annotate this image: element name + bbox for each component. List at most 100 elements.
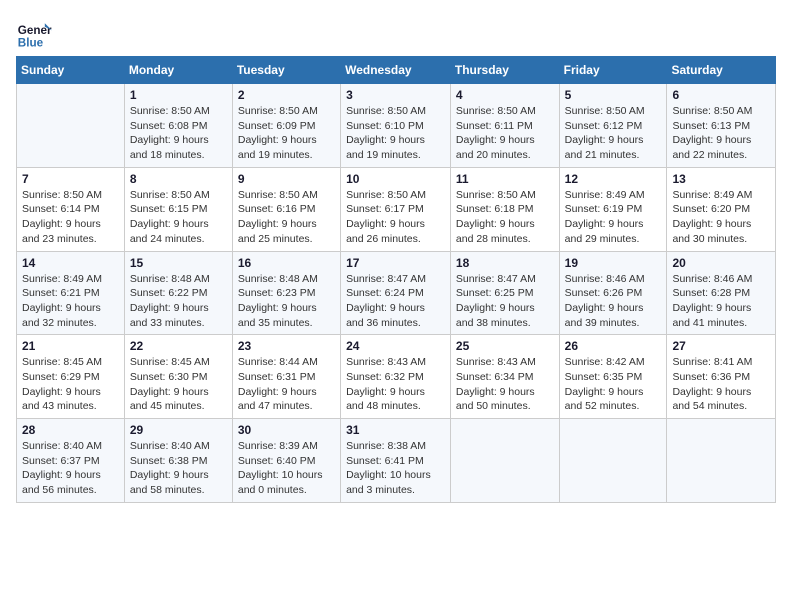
sunset-text: Sunset: 6:24 PM bbox=[346, 287, 424, 299]
day-number: 1 bbox=[130, 88, 227, 102]
daylight-text: Daylight: 9 hours and 45 minutes. bbox=[130, 386, 209, 413]
sunrise-text: Sunrise: 8:50 AM bbox=[130, 189, 210, 201]
sunrise-text: Sunrise: 8:47 AM bbox=[456, 273, 536, 285]
day-number: 22 bbox=[130, 339, 227, 353]
day-number: 20 bbox=[672, 256, 770, 270]
day-number: 13 bbox=[672, 172, 770, 186]
calendar-cell-1-4: 11 Sunrise: 8:50 AM Sunset: 6:18 PM Dayl… bbox=[450, 167, 559, 251]
day-number: 30 bbox=[238, 423, 335, 437]
calendar-cell-1-1: 8 Sunrise: 8:50 AM Sunset: 6:15 PM Dayli… bbox=[124, 167, 232, 251]
day-number: 27 bbox=[672, 339, 770, 353]
day-number: 23 bbox=[238, 339, 335, 353]
sunrise-text: Sunrise: 8:50 AM bbox=[565, 105, 645, 117]
calendar-cell-3-4: 25 Sunrise: 8:43 AM Sunset: 6:34 PM Dayl… bbox=[450, 335, 559, 419]
sunset-text: Sunset: 6:35 PM bbox=[565, 371, 643, 383]
header-monday: Monday bbox=[124, 57, 232, 84]
daylight-text: Daylight: 9 hours and 48 minutes. bbox=[346, 386, 425, 413]
sunrise-text: Sunrise: 8:48 AM bbox=[238, 273, 318, 285]
sunset-text: Sunset: 6:38 PM bbox=[130, 455, 208, 467]
day-number: 26 bbox=[565, 339, 662, 353]
calendar-cell-4-1: 29 Sunrise: 8:40 AM Sunset: 6:38 PM Dayl… bbox=[124, 419, 232, 503]
day-number: 3 bbox=[346, 88, 445, 102]
calendar-cell-0-2: 2 Sunrise: 8:50 AM Sunset: 6:09 PM Dayli… bbox=[232, 84, 340, 168]
sunset-text: Sunset: 6:29 PM bbox=[22, 371, 100, 383]
sunrise-text: Sunrise: 8:50 AM bbox=[238, 189, 318, 201]
sunrise-text: Sunrise: 8:46 AM bbox=[565, 273, 645, 285]
sunset-text: Sunset: 6:26 PM bbox=[565, 287, 643, 299]
calendar-cell-1-5: 12 Sunrise: 8:49 AM Sunset: 6:19 PM Dayl… bbox=[559, 167, 667, 251]
daylight-text: Daylight: 9 hours and 19 minutes. bbox=[346, 134, 425, 161]
calendar-cell-0-4: 4 Sunrise: 8:50 AM Sunset: 6:11 PM Dayli… bbox=[450, 84, 559, 168]
daylight-text: Daylight: 9 hours and 18 minutes. bbox=[130, 134, 209, 161]
day-number: 5 bbox=[565, 88, 662, 102]
daylight-text: Daylight: 9 hours and 36 minutes. bbox=[346, 302, 425, 329]
sunset-text: Sunset: 6:25 PM bbox=[456, 287, 534, 299]
daylight-text: Daylight: 9 hours and 21 minutes. bbox=[565, 134, 644, 161]
daylight-text: Daylight: 9 hours and 24 minutes. bbox=[130, 218, 209, 245]
sunset-text: Sunset: 6:21 PM bbox=[22, 287, 100, 299]
daylight-text: Daylight: 9 hours and 50 minutes. bbox=[456, 386, 535, 413]
sunrise-text: Sunrise: 8:50 AM bbox=[22, 189, 102, 201]
sunset-text: Sunset: 6:12 PM bbox=[565, 120, 643, 132]
sunset-text: Sunset: 6:31 PM bbox=[238, 371, 316, 383]
day-number: 6 bbox=[672, 88, 770, 102]
sunset-text: Sunset: 6:09 PM bbox=[238, 120, 316, 132]
sunset-text: Sunset: 6:28 PM bbox=[672, 287, 750, 299]
calendar-cell-3-1: 22 Sunrise: 8:45 AM Sunset: 6:30 PM Dayl… bbox=[124, 335, 232, 419]
sunrise-text: Sunrise: 8:49 AM bbox=[22, 273, 102, 285]
day-number: 25 bbox=[456, 339, 554, 353]
calendar-cell-3-5: 26 Sunrise: 8:42 AM Sunset: 6:35 PM Dayl… bbox=[559, 335, 667, 419]
sunrise-text: Sunrise: 8:43 AM bbox=[346, 356, 426, 368]
calendar-cell-1-3: 10 Sunrise: 8:50 AM Sunset: 6:17 PM Dayl… bbox=[341, 167, 451, 251]
sunrise-text: Sunrise: 8:50 AM bbox=[672, 105, 752, 117]
calendar-table: Sunday Monday Tuesday Wednesday Thursday… bbox=[16, 56, 776, 503]
sunset-text: Sunset: 6:18 PM bbox=[456, 203, 534, 215]
calendar-cell-4-0: 28 Sunrise: 8:40 AM Sunset: 6:37 PM Dayl… bbox=[17, 419, 125, 503]
sunset-text: Sunset: 6:36 PM bbox=[672, 371, 750, 383]
daylight-text: Daylight: 9 hours and 20 minutes. bbox=[456, 134, 535, 161]
sunset-text: Sunset: 6:08 PM bbox=[130, 120, 208, 132]
sunset-text: Sunset: 6:17 PM bbox=[346, 203, 424, 215]
day-number: 11 bbox=[456, 172, 554, 186]
calendar-cell-4-5 bbox=[559, 419, 667, 503]
daylight-text: Daylight: 9 hours and 58 minutes. bbox=[130, 469, 209, 496]
sunrise-text: Sunrise: 8:50 AM bbox=[130, 105, 210, 117]
day-number: 10 bbox=[346, 172, 445, 186]
daylight-text: Daylight: 9 hours and 41 minutes. bbox=[672, 302, 751, 329]
header-wednesday: Wednesday bbox=[341, 57, 451, 84]
sunset-text: Sunset: 6:23 PM bbox=[238, 287, 316, 299]
week-row-3: 21 Sunrise: 8:45 AM Sunset: 6:29 PM Dayl… bbox=[17, 335, 776, 419]
calendar-cell-2-1: 15 Sunrise: 8:48 AM Sunset: 6:22 PM Dayl… bbox=[124, 251, 232, 335]
sunrise-text: Sunrise: 8:50 AM bbox=[456, 189, 536, 201]
sunset-text: Sunset: 6:13 PM bbox=[672, 120, 750, 132]
day-number: 12 bbox=[565, 172, 662, 186]
sunrise-text: Sunrise: 8:42 AM bbox=[565, 356, 645, 368]
header-sunday: Sunday bbox=[17, 57, 125, 84]
sunrise-text: Sunrise: 8:38 AM bbox=[346, 440, 426, 452]
logo-icon: General Blue bbox=[16, 16, 52, 52]
day-number: 29 bbox=[130, 423, 227, 437]
calendar-cell-1-6: 13 Sunrise: 8:49 AM Sunset: 6:20 PM Dayl… bbox=[667, 167, 776, 251]
sunset-text: Sunset: 6:20 PM bbox=[672, 203, 750, 215]
sunrise-text: Sunrise: 8:49 AM bbox=[565, 189, 645, 201]
sunrise-text: Sunrise: 8:39 AM bbox=[238, 440, 318, 452]
calendar-cell-1-2: 9 Sunrise: 8:50 AM Sunset: 6:16 PM Dayli… bbox=[232, 167, 340, 251]
sunrise-text: Sunrise: 8:45 AM bbox=[130, 356, 210, 368]
day-number: 21 bbox=[22, 339, 119, 353]
calendar-cell-3-0: 21 Sunrise: 8:45 AM Sunset: 6:29 PM Dayl… bbox=[17, 335, 125, 419]
daylight-text: Daylight: 9 hours and 38 minutes. bbox=[456, 302, 535, 329]
daylight-text: Daylight: 9 hours and 28 minutes. bbox=[456, 218, 535, 245]
daylight-text: Daylight: 9 hours and 54 minutes. bbox=[672, 386, 751, 413]
daylight-text: Daylight: 9 hours and 30 minutes. bbox=[672, 218, 751, 245]
calendar-cell-2-6: 20 Sunrise: 8:46 AM Sunset: 6:28 PM Dayl… bbox=[667, 251, 776, 335]
sunrise-text: Sunrise: 8:49 AM bbox=[672, 189, 752, 201]
header-saturday: Saturday bbox=[667, 57, 776, 84]
page-header: General Blue bbox=[16, 16, 776, 52]
calendar-cell-0-6: 6 Sunrise: 8:50 AM Sunset: 6:13 PM Dayli… bbox=[667, 84, 776, 168]
sunset-text: Sunset: 6:40 PM bbox=[238, 455, 316, 467]
calendar-cell-0-3: 3 Sunrise: 8:50 AM Sunset: 6:10 PM Dayli… bbox=[341, 84, 451, 168]
day-number: 17 bbox=[346, 256, 445, 270]
sunset-text: Sunset: 6:22 PM bbox=[130, 287, 208, 299]
day-number: 19 bbox=[565, 256, 662, 270]
sunrise-text: Sunrise: 8:50 AM bbox=[238, 105, 318, 117]
